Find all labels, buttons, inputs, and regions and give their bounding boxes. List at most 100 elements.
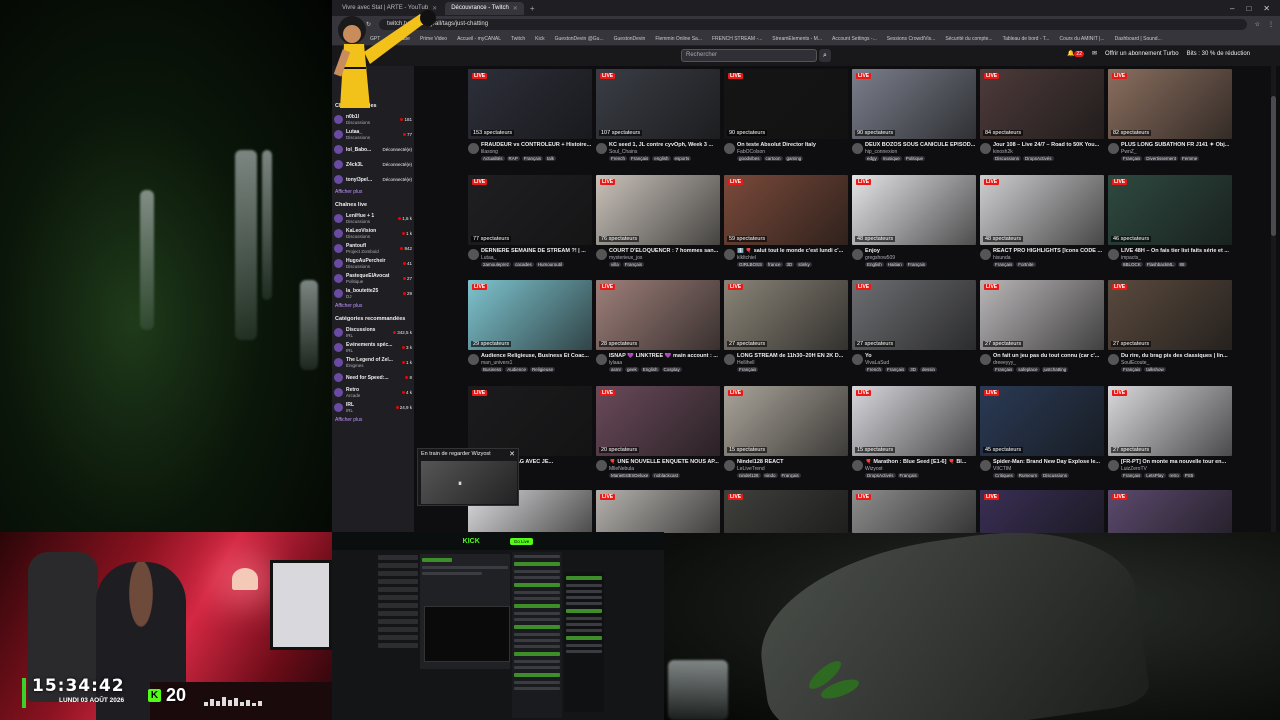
close-window-icon[interactable]: ✕: [1263, 4, 1270, 13]
sidebar-channel-item[interactable]: KaLeoVision Discussions 1 k: [332, 226, 414, 241]
tag-pill[interactable]: Français: [1121, 156, 1143, 161]
tag-pill[interactable]: RAP: [506, 156, 520, 161]
tag-pill[interactable]: FlashbackML: [1144, 262, 1176, 267]
mini-player-video[interactable]: [421, 461, 517, 504]
tag-pill[interactable]: Business: [481, 367, 504, 372]
scrollbar-thumb[interactable]: [1271, 96, 1276, 236]
avatar[interactable]: [852, 249, 863, 260]
tag-pill[interactable]: safeplace: [1016, 367, 1040, 372]
tag-pill[interactable]: Cosplay: [661, 367, 682, 372]
sidebar-channel-item[interactable]: lol_Babo... Déconnecté(e): [332, 142, 414, 157]
stream-thumbnail[interactable]: LIVE: [852, 490, 976, 533]
tag-pill[interactable]: Français: [1121, 473, 1143, 478]
bookmark[interactable]: Sécurité du compte...: [945, 36, 992, 42]
tag-pill[interactable]: Français: [521, 156, 544, 161]
tag-pill[interactable]: Français: [629, 156, 651, 161]
tag-pill[interactable]: retro: [1167, 473, 1181, 478]
avatar[interactable]: [980, 249, 991, 260]
stream-thumbnail[interactable]: LIVE: [1108, 490, 1232, 533]
stream-thumbnail[interactable]: LIVE 76 spectateurs: [596, 175, 720, 245]
tag-pill[interactable]: 2amouleprez: [481, 262, 512, 267]
search-input[interactable]: Rechercher: [681, 49, 817, 62]
tag-pill[interactable]: Audience: [505, 367, 529, 372]
stream-title[interactable]: Enjoy: [865, 248, 976, 254]
stream-thumbnail[interactable]: LIVE 15 spectateurs: [852, 386, 976, 456]
tag-pill[interactable]: Français: [622, 262, 645, 267]
show-more-link[interactable]: Afficher plus: [332, 301, 414, 313]
channel-name[interactable]: LeLiveTrend: [737, 466, 765, 472]
bookmark[interactable]: Cours du AMINIT |...: [1059, 36, 1104, 42]
star-icon[interactable]: ☆: [1255, 21, 1260, 28]
tag-pill[interactable]: PS5: [1182, 473, 1196, 478]
tag-pill[interactable]: gaming: [784, 156, 804, 161]
stream-title[interactable]: Du rire, du brag pis des classiques | li…: [1121, 353, 1232, 359]
tag-pill[interactable]: 6BLOCK: [1121, 262, 1143, 267]
sidebar-channel-item[interactable]: Lutaa_ Discussions 77: [332, 127, 414, 142]
stream-thumbnail[interactable]: LIVE 27 spectateurs: [1108, 280, 1232, 350]
avatar[interactable]: [596, 143, 607, 154]
channel-name[interactable]: hisunda: [993, 255, 1011, 261]
tag-pill[interactable]: MarieEstEnDeluxe: [609, 473, 651, 478]
show-more-link[interactable]: Afficher plus: [332, 187, 414, 199]
channel-name[interactable]: dreeeyyy_: [993, 360, 1016, 366]
tag-pill[interactable]: Politique: [903, 156, 926, 161]
channel-name[interactable]: FabOColson: [737, 149, 765, 155]
channel-name[interactable]: VIICTIM: [993, 466, 1011, 472]
mini-player[interactable]: En train de regarder Wizyost ✕ ⏸: [417, 448, 519, 506]
channel-name[interactable]: PwnZ_: [1121, 149, 1137, 155]
stream-title[interactable]: On fait un jeu pas du tout connu (car c'…: [993, 353, 1104, 359]
avatar[interactable]: [468, 354, 479, 365]
bookmark[interactable]: Accueil - myCANAL: [457, 36, 501, 42]
sidebar-channel-item[interactable]: The Legend of Zel... Énigmes 1 k: [332, 355, 414, 370]
sidebar-channel-item[interactable]: HugoAuPercheir Discussions 41: [332, 256, 414, 271]
tag-pill[interactable]: French: [609, 156, 628, 161]
tag-pill[interactable]: talkshow: [1144, 367, 1166, 372]
stream-title[interactable]: Yo: [865, 353, 976, 359]
avatar[interactable]: [980, 143, 991, 154]
stream-thumbnail[interactable]: LIVE 28 spectateurs: [596, 280, 720, 350]
bookmark[interactable]: Kick: [535, 36, 544, 42]
stream-thumbnail[interactable]: LIVE 59 spectateurs: [724, 175, 848, 245]
sidebar-channel-item[interactable]: Discussions IRL 342,5 k: [332, 325, 414, 340]
tag-pill[interactable]: Haitian: [885, 262, 904, 267]
stream-thumbnail[interactable]: LIVE 84 spectateurs: [980, 69, 1104, 139]
bookmark[interactable]: Dashboard | Sound...: [1115, 36, 1162, 42]
tag-pill[interactable]: asmr: [609, 367, 623, 372]
channel-name[interactable]: klkltchiel: [737, 255, 756, 261]
channel-name[interactable]: impacts_: [1121, 255, 1141, 261]
channel-name[interactable]: lilasong: [481, 149, 498, 155]
channel-name[interactable]: MlleNebula: [609, 466, 634, 472]
tag-pill[interactable]: edgy: [865, 156, 879, 161]
pause-icon[interactable]: ⏸: [458, 479, 462, 489]
tag-pill[interactable]: Français: [737, 367, 759, 372]
tag-pill[interactable]: goodvibes: [737, 156, 762, 161]
channel-name[interactable]: man_univers1: [481, 360, 512, 366]
turbo-button[interactable]: Offrir un abonnement Turbo: [1105, 51, 1179, 57]
notifications-icon[interactable]: 🔔 22: [1067, 50, 1084, 57]
channel-name[interactable]: Hellihell: [737, 360, 755, 366]
stream-title[interactable]: Spider-Man: Brand New Day Explose le...: [993, 459, 1104, 465]
tag-pill[interactable]: French: [865, 367, 884, 372]
bookmark[interactable]: Tableau de bord - T...: [1003, 36, 1050, 42]
avatar[interactable]: [980, 354, 991, 365]
avatar[interactable]: [1108, 143, 1119, 154]
stream-title[interactable]: ISNAP 💜 LINKTREE 💜 main account : ...: [609, 353, 720, 359]
stream-thumbnail[interactable]: LIVE 27 spectateurs: [724, 280, 848, 350]
channel-name[interactable]: SoulEcoute_: [1121, 360, 1149, 366]
tag-pill[interactable]: esports: [672, 156, 692, 161]
tag-pill[interactable]: cacades: [513, 262, 534, 267]
stream-thumbnail[interactable]: LIVE 90 spectateurs: [852, 69, 976, 139]
stream-title[interactable]: 🎈 Marathon : Blue Seed [E1-6] 🎈 BI...: [865, 459, 976, 465]
tag-pill[interactable]: Discussions: [993, 156, 1022, 161]
channel-name[interactable]: gregshow509: [865, 255, 895, 261]
avatar[interactable]: [724, 354, 735, 365]
tag-pill[interactable]: Rumeurs: [1016, 473, 1040, 478]
channel-name[interactable]: Soul_Chains: [609, 149, 637, 155]
stream-title[interactable]: LIVE 48H – On fais tier list faits série…: [1121, 248, 1232, 254]
menu-icon[interactable]: ⋮: [1268, 21, 1274, 28]
tag-pill[interactable]: Religieuse: [530, 367, 556, 372]
tag-pill[interactable]: Français: [993, 262, 1015, 267]
stream-title[interactable]: ℹ️ 🎈 salut tout le monde c'est lundi c'.…: [737, 248, 848, 254]
maximize-icon[interactable]: □: [1246, 4, 1251, 13]
tag-pill[interactable]: Français: [1121, 367, 1143, 372]
